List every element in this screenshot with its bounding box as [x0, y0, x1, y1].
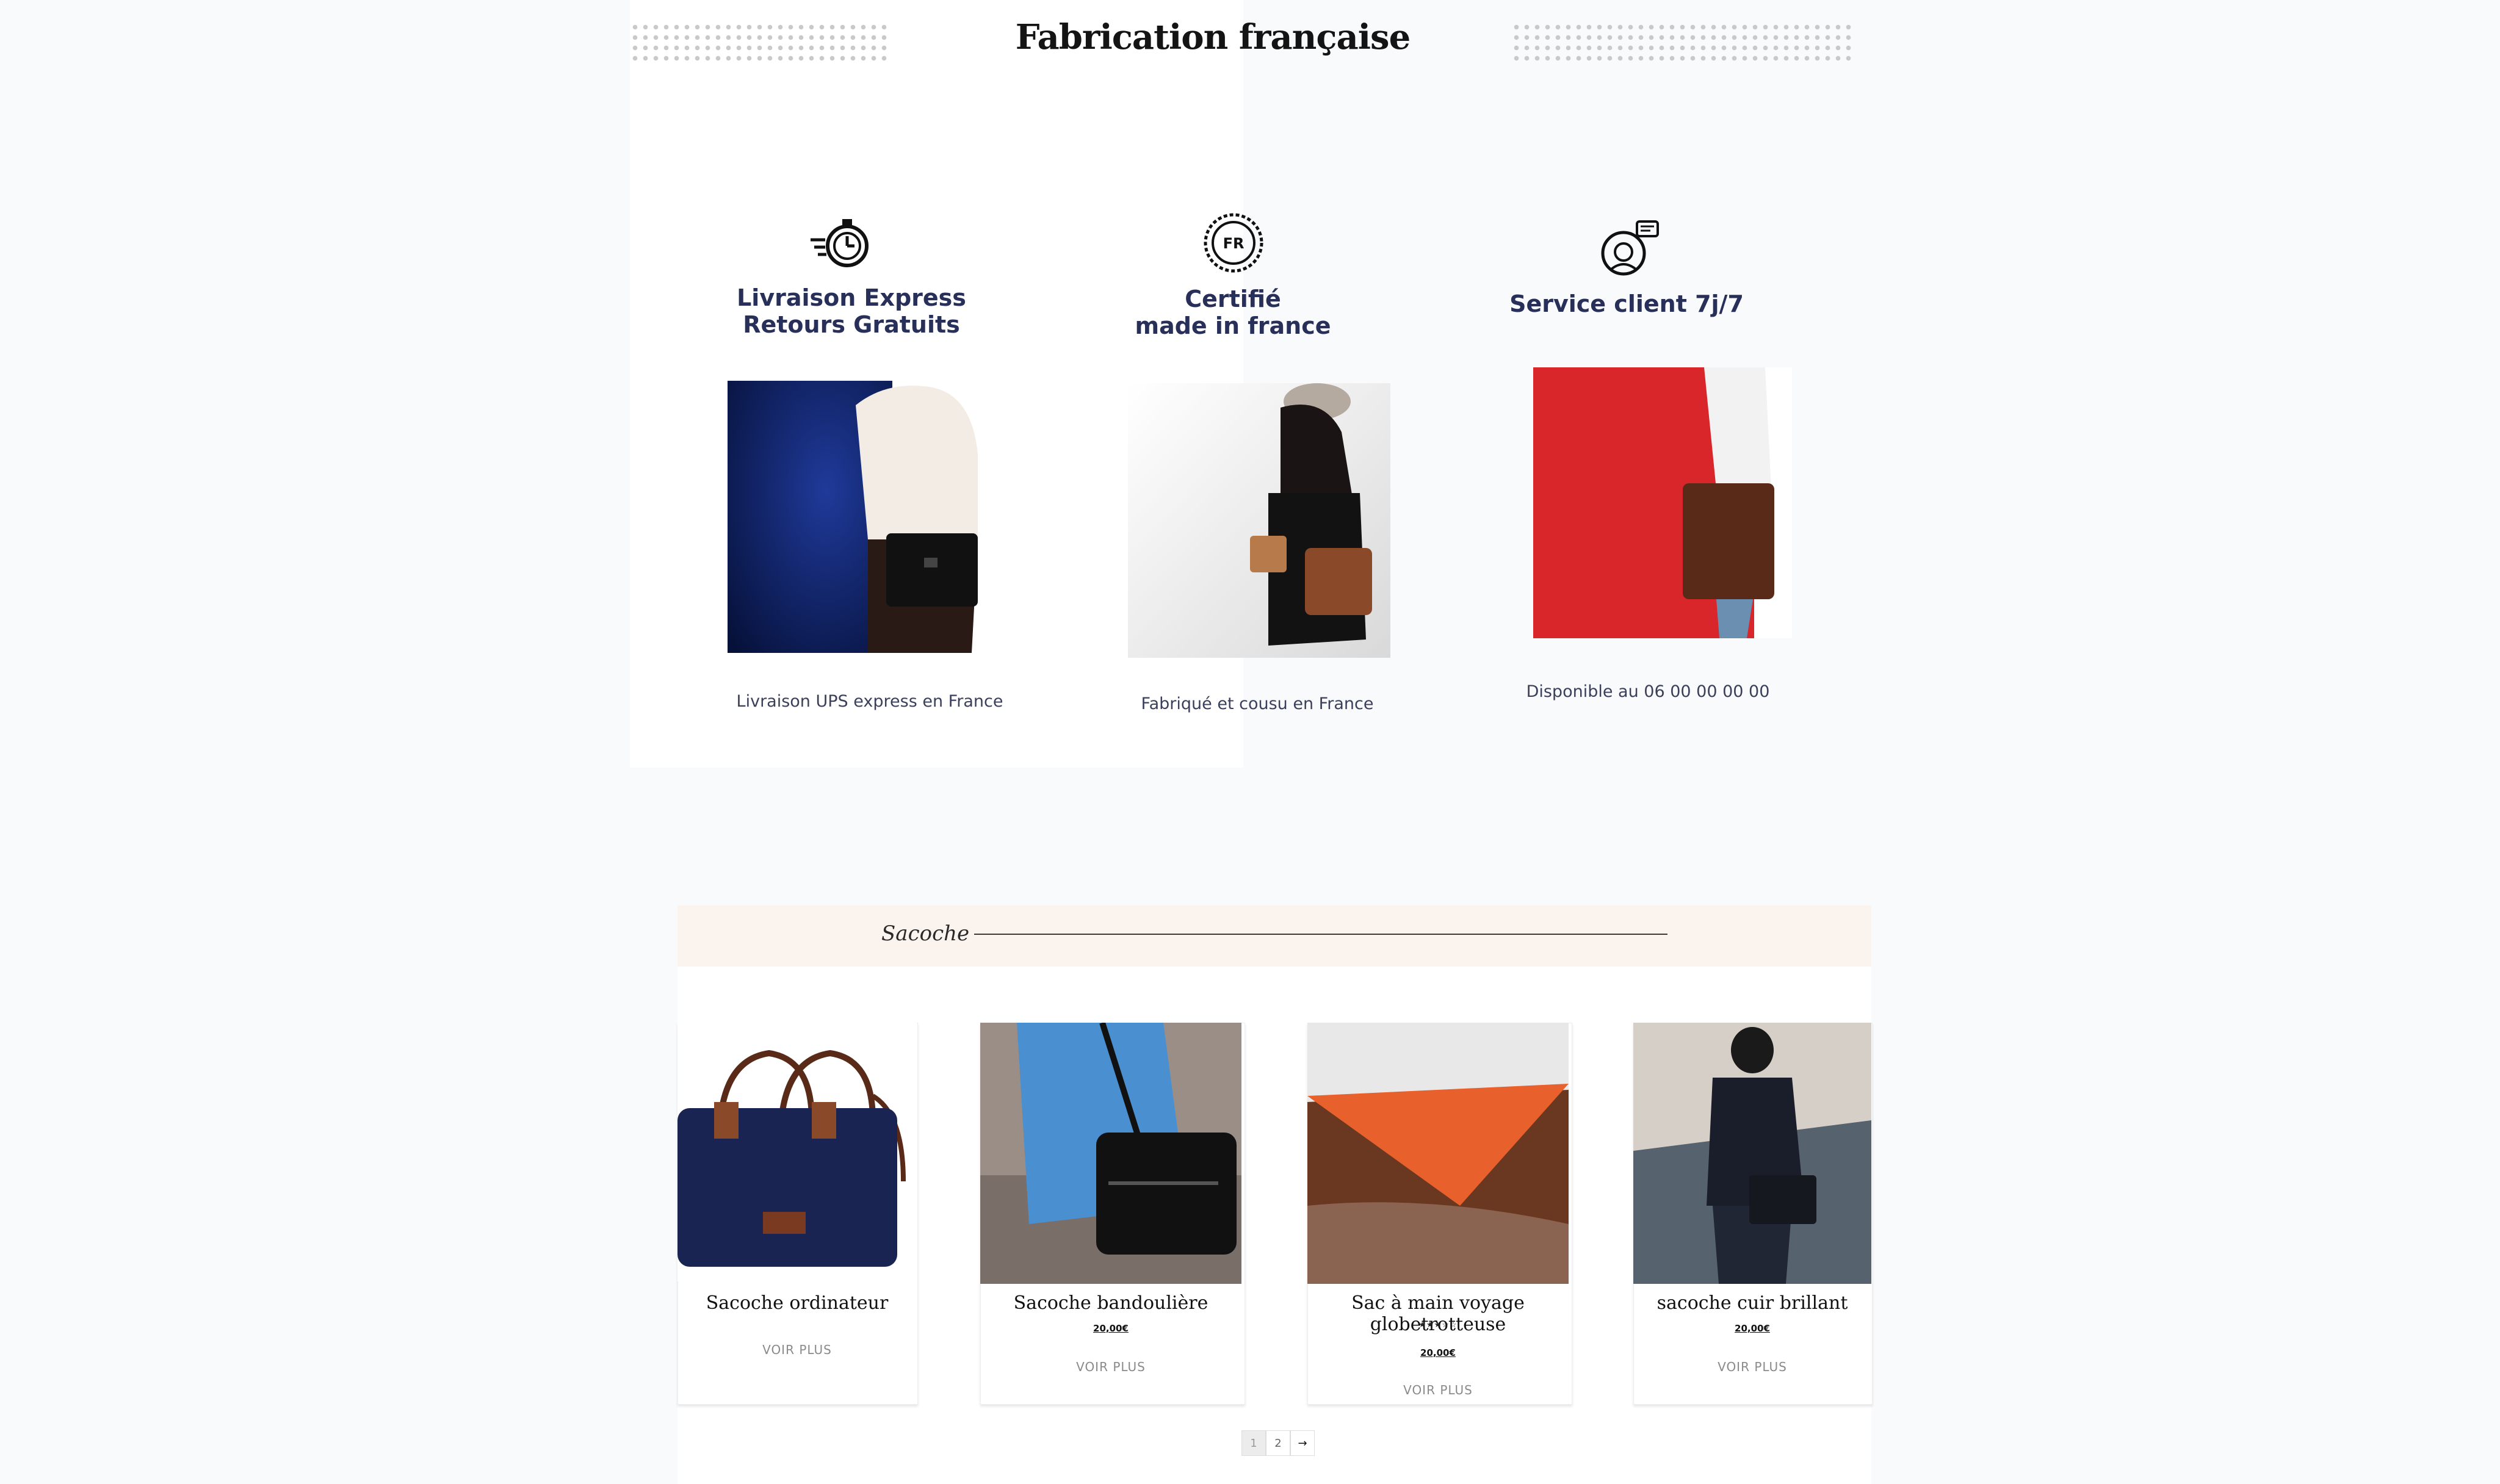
next-page-button[interactable]: →: [1290, 1430, 1315, 1456]
product-name[interactable]: Sacoche bandoulière: [980, 1292, 1241, 1314]
model-photo-tote-bag: [1533, 367, 1792, 638]
stopwatch-icon: [808, 211, 875, 278]
feature-title-line: Livraison Express: [737, 284, 966, 311]
customer-service-icon: [1594, 217, 1661, 284]
svg-text:FR: FR: [1223, 235, 1245, 252]
page-1-button[interactable]: 1: [1241, 1430, 1266, 1456]
feature-title-line: Certifié: [1185, 286, 1281, 312]
product-name[interactable]: sacoche cuir brillant: [1633, 1292, 1871, 1314]
voir-plus-link[interactable]: VOIR PLUS: [677, 1342, 917, 1357]
section-title: Fabrication française: [1015, 17, 1411, 57]
feature-title-line: Service client 7j/7: [1509, 290, 1744, 317]
fr-certification-badge-icon: FR: [1200, 209, 1267, 276]
model-photo-briefcase: [728, 381, 999, 653]
product-image-laptop-bag[interactable]: [677, 1023, 917, 1281]
product-price: 20,00€: [1420, 1347, 1456, 1358]
feature-title-line: made in france: [1135, 312, 1331, 339]
feature-title-service: Service client 7j/7: [1489, 290, 1764, 317]
product-price: 20,00€: [1093, 1323, 1129, 1334]
voir-plus-link[interactable]: VOIR PLUS: [1633, 1360, 1871, 1374]
voir-plus-link[interactable]: VOIR PLUS: [980, 1360, 1241, 1374]
category-header-band: [677, 906, 1871, 967]
feature-caption-certified: Fabriqué et cousu en France: [1141, 694, 1374, 713]
product-image-travel-handbag[interactable]: [1307, 1023, 1569, 1284]
voir-plus-link[interactable]: VOIR PLUS: [1307, 1383, 1569, 1397]
product-image-shiny-leather-bag[interactable]: [1633, 1023, 1871, 1284]
category-heading: Sacoche: [881, 921, 970, 946]
feature-caption-delivery: Livraison UPS express en France: [736, 692, 1003, 711]
feature-caption-service: Disponible au 06 00 00 00 00: [1526, 682, 1770, 701]
feature-title-certified: Certifié made in france: [1105, 286, 1361, 339]
model-photo-shoulder-bag: [1128, 383, 1390, 658]
product-price: 20,00€: [1735, 1323, 1770, 1334]
feature-title-delivery: Livraison Express Retours Gratuits: [720, 284, 983, 338]
product-name[interactable]: Sacoche ordinateur: [677, 1292, 917, 1314]
pagination: 1 2 →: [1241, 1430, 1315, 1456]
page-2-button[interactable]: 2: [1266, 1430, 1290, 1456]
product-image-shoulder-bag[interactable]: [980, 1023, 1241, 1284]
feature-title-line: Retours Gratuits: [743, 311, 960, 338]
rating-stars: ★★★☆☆: [1418, 1320, 1458, 1330]
heading-divider: [974, 934, 1667, 935]
